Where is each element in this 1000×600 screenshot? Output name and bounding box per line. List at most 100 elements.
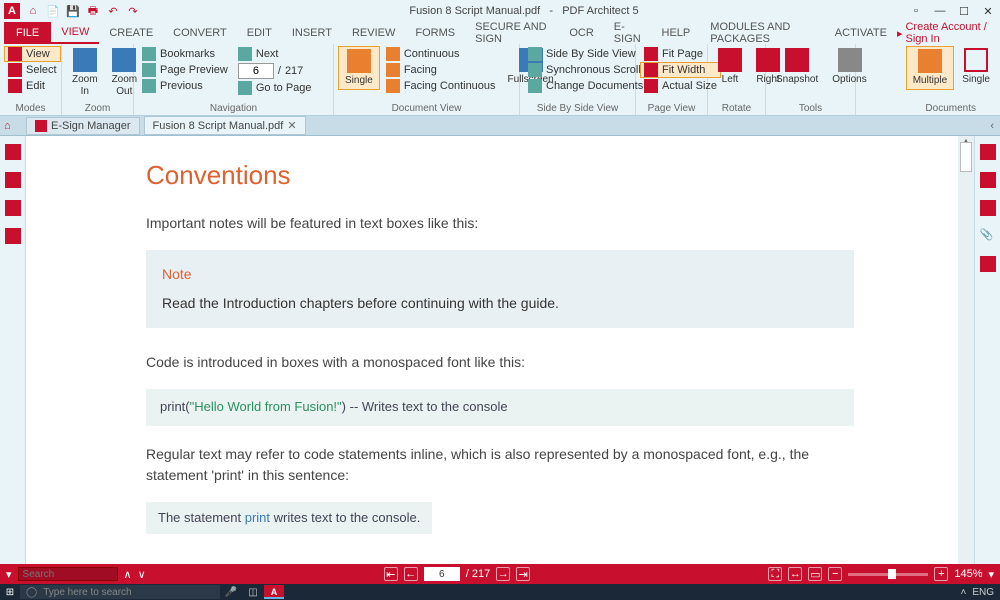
- qat-new-icon[interactable]: 📄: [46, 4, 60, 18]
- vertical-scrollbar[interactable]: ▲: [958, 136, 974, 564]
- taskbar-app[interactable]: A: [264, 585, 284, 599]
- group-rotate-label: Rotate: [712, 102, 761, 115]
- mode-select[interactable]: Select: [4, 62, 61, 78]
- attachment-icon[interactable]: 📎: [980, 228, 996, 244]
- note-box: Note Read the Introduction chapters befo…: [146, 250, 854, 328]
- window-title: Fusion 8 Script Manual.pdf - PDF Archite…: [140, 5, 908, 17]
- qat-save-icon[interactable]: 💾: [66, 4, 80, 18]
- view-facing[interactable]: Facing: [382, 62, 500, 78]
- maximize-icon[interactable]: ☐: [956, 4, 972, 18]
- tab-forms[interactable]: FORMS: [405, 22, 465, 44]
- mode-edit[interactable]: Edit: [4, 78, 61, 94]
- nav-page-field: / 217: [234, 62, 316, 80]
- status-page-input[interactable]: [424, 567, 460, 581]
- qat-print-icon[interactable]: 🖶: [86, 4, 100, 18]
- tab-create[interactable]: CREATE: [99, 22, 163, 44]
- note-body: Read the Introduction chapters before co…: [162, 293, 838, 314]
- binoculars-icon[interactable]: [980, 172, 996, 188]
- search-prev-icon[interactable]: ∧: [124, 568, 132, 581]
- snapshot-button[interactable]: Snapshot: [770, 46, 824, 88]
- docs-single[interactable]: Single: [956, 46, 996, 88]
- account-link[interactable]: Create Account / Sign In: [897, 22, 990, 44]
- code-box: print("Hello World from Fusion!") -- Wri…: [146, 389, 854, 426]
- nav-goto[interactable]: Go to Page: [234, 80, 316, 96]
- scroll-thumb[interactable]: [960, 142, 972, 172]
- tab-modules[interactable]: MODULES AND PACKAGES: [700, 22, 825, 44]
- camera-icon: [785, 48, 809, 72]
- nav-previous[interactable]: Previous: [138, 78, 232, 94]
- tab-secure[interactable]: SECURE AND SIGN: [465, 22, 559, 44]
- zoom-value: 145%: [954, 568, 982, 580]
- change-icon: [528, 79, 542, 93]
- taskview-icon[interactable]: ◫: [244, 585, 262, 599]
- mode-view[interactable]: View: [4, 46, 61, 62]
- qat-home-icon[interactable]: ⌂: [26, 4, 40, 18]
- tab-document[interactable]: Fusion 8 Script Manual.pdf✕: [144, 116, 306, 135]
- tab-ocr[interactable]: OCR: [559, 22, 603, 44]
- tab-activate[interactable]: ACTIVATE: [825, 22, 897, 44]
- view-single[interactable]: Single: [338, 46, 380, 90]
- preview-icon: [142, 63, 156, 77]
- group-docs-label: Documents: [860, 102, 996, 115]
- page-input[interactable]: [238, 63, 274, 79]
- first-page-icon[interactable]: ⇤: [384, 567, 398, 581]
- search-input[interactable]: [18, 567, 118, 581]
- inline-intro-text: Regular text may refer to code statement…: [146, 444, 854, 486]
- home-icon[interactable]: ⌂: [4, 120, 22, 132]
- ribbon-minimize-icon[interactable]: ▫: [908, 4, 924, 18]
- fit-icon[interactable]: ⛶: [768, 567, 782, 581]
- anchor-icon[interactable]: [5, 228, 21, 244]
- mic-icon[interactable]: 🎤: [222, 585, 240, 599]
- search-next-icon[interactable]: ∨: [138, 568, 146, 581]
- tab-insert[interactable]: INSERT: [282, 22, 342, 44]
- zoom-knob[interactable]: [888, 569, 896, 579]
- nav-bookmarks[interactable]: Bookmarks: [138, 46, 232, 62]
- last-page-icon[interactable]: ⇥: [516, 567, 530, 581]
- code-intro-text: Code is introduced in boxes with a monos…: [146, 352, 854, 373]
- bookmarks-panel-icon[interactable]: [5, 172, 21, 188]
- tray-lang[interactable]: ENG: [972, 587, 994, 598]
- qat-undo-icon[interactable]: ↶: [106, 4, 120, 18]
- nav-preview[interactable]: Page Preview: [138, 62, 232, 78]
- layout-icon[interactable]: ▭: [808, 567, 822, 581]
- qat-redo-icon[interactable]: ↷: [126, 4, 140, 18]
- tray-chevron-icon[interactable]: ˄: [960, 587, 966, 598]
- heading-conventions: Conventions: [146, 156, 854, 195]
- stamp-icon[interactable]: [980, 200, 996, 216]
- tab-close-icon[interactable]: ✕: [287, 119, 296, 132]
- close-icon[interactable]: ✕: [980, 4, 996, 18]
- tab-help[interactable]: HELP: [652, 22, 701, 44]
- tab-esign-manager[interactable]: E-Sign Manager: [26, 117, 140, 135]
- tools-icon[interactable]: [980, 144, 996, 160]
- search-dropdown-icon[interactable]: ▾: [6, 568, 12, 581]
- zoom-out-status-icon[interactable]: −: [828, 567, 842, 581]
- zoom-in-status-icon[interactable]: +: [934, 567, 948, 581]
- intro-text: Important notes will be featured in text…: [146, 213, 854, 234]
- tab-convert[interactable]: CONVERT: [163, 22, 237, 44]
- tab-edit[interactable]: EDIT: [237, 22, 282, 44]
- minimize-icon[interactable]: —: [932, 4, 948, 18]
- tab-review[interactable]: REVIEW: [342, 22, 405, 44]
- prev-page-icon[interactable]: ←: [404, 567, 418, 581]
- tab-view[interactable]: VIEW: [51, 22, 99, 44]
- taskbar-search[interactable]: ◯Type here to search: [20, 585, 220, 599]
- collapse-icon[interactable]: ‹: [990, 120, 994, 132]
- zoom-dropdown-icon[interactable]: ▾: [988, 568, 994, 581]
- fitwidth-status-icon[interactable]: ↔: [788, 567, 802, 581]
- zoom-slider[interactable]: [848, 573, 928, 576]
- group-docview-label: Document View: [338, 102, 515, 115]
- nav-next[interactable]: Next: [234, 46, 316, 62]
- rotate-left[interactable]: Left: [712, 46, 748, 88]
- zoom-in-button[interactable]: Zoom In: [66, 46, 104, 100]
- docs-multiple[interactable]: Multiple: [906, 46, 954, 90]
- start-button[interactable]: ⊞: [0, 587, 20, 598]
- thumbnails-icon[interactable]: [5, 144, 21, 160]
- view-continuous[interactable]: Continuous: [382, 46, 500, 62]
- next-page-icon[interactable]: →: [496, 567, 510, 581]
- view-facingcont[interactable]: Facing Continuous: [382, 78, 500, 94]
- tab-esign[interactable]: E-SIGN: [604, 22, 652, 44]
- file-tab[interactable]: FILE: [4, 22, 51, 44]
- badge-icon[interactable]: [980, 256, 996, 272]
- layers-icon[interactable]: [5, 200, 21, 216]
- fitpage-icon: [644, 47, 658, 61]
